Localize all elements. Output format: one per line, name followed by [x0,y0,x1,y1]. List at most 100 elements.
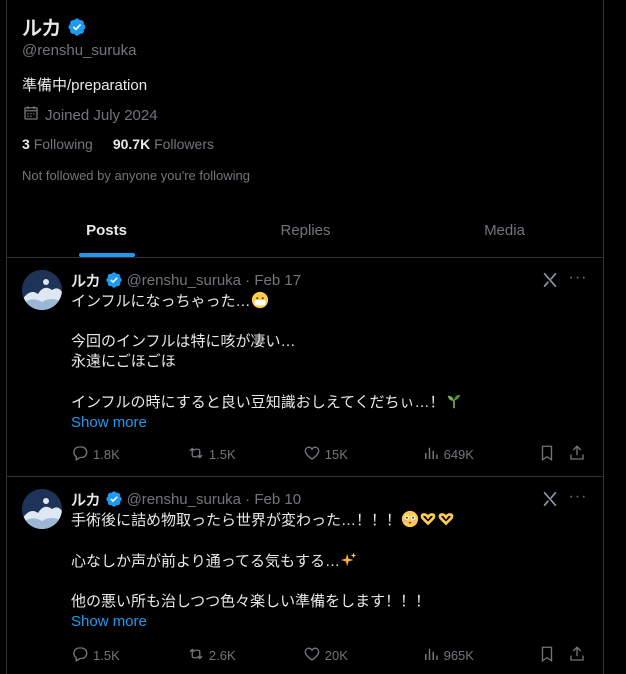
following-link[interactable]: 3 Following [22,136,93,152]
seedling-emoji-icon [445,392,463,410]
post-line [71,531,581,551]
post-author-name[interactable]: ルカ [71,489,101,510]
bookmark-icon [538,444,556,465]
tab-media-label: Media [484,222,525,239]
views-button[interactable]: 965K [422,645,539,666]
post-line: 永遠にごほごほ [71,353,176,370]
verified-badge-icon [105,271,123,290]
tab-replies-label: Replies [280,222,331,239]
share-button[interactable] [568,444,588,465]
sparkles-emoji-icon [340,551,358,569]
profile-column: ルカ @renshu_suruka 準備中/preparation Joined… [6,0,604,674]
like-count: 15K [324,447,348,462]
heart-icon [303,645,321,666]
profile-bio: 準備中/preparation [22,77,148,94]
post-line-text: 心なしか声が前より通ってる気もする… [71,553,340,570]
post-line [71,372,581,392]
grok-icon[interactable] [540,489,560,509]
reply-count: 1.5K [93,648,120,663]
post-line: 心なしか声が前より通ってる気もする… [71,551,581,572]
repost-icon [187,645,205,666]
repost-icon [187,444,205,465]
avatar[interactable] [22,270,62,310]
post-header: ルカ @renshu_suruka · Feb 10 [71,489,301,510]
followers-count: 90.7K [112,136,151,152]
reply-icon [71,645,89,666]
post-text: インフルになっちゃった… 今回のインフルは特に咳が凄い… 永遠にごほごほ インフ… [71,291,581,433]
post[interactable]: ルカ @renshu_suruka · Feb 10 ··· 手術後に詰め物取っ… [7,477,604,674]
post-line-text: インフルの時にすると良い豆知識おしえてくだちぃ…！ [71,394,445,411]
bookmark-icon [538,645,556,666]
repost-button[interactable]: 1.5K [187,444,303,465]
repost-count: 2.6K [208,648,236,663]
view-count: 965K [443,648,474,663]
post[interactable]: ルカ @renshu_suruka · Feb 17 ··· インフルになっちゃ… [7,258,604,477]
followers-link[interactable]: 90.7K Followers [113,136,214,152]
post-handle-date[interactable]: @renshu_suruka · Feb 10 [127,491,302,508]
joined-date: Joined July 2024 [22,104,158,126]
tab-media[interactable]: Media [405,204,604,257]
repost-button[interactable]: 2.6K [187,645,303,666]
post-line [71,312,581,332]
post-line: 今回のインフルは特に咳が凄い… [71,333,296,350]
show-more-link[interactable]: Show more [71,413,147,433]
post-line: 手術後に詰め物取ったら世界が変わった…！！！ [71,510,581,531]
share-icon [568,645,586,666]
post-header: ルカ @renshu_suruka · Feb 17 [71,270,301,291]
like-count: 20K [324,648,348,663]
post-line: インフルになっちゃった… [71,291,581,312]
name-row: ルカ [22,12,87,41]
more-options-icon[interactable]: ··· [568,268,588,288]
followers-label: Followers [154,136,214,152]
post-text: 手術後に詰め物取ったら世界が変わった…！！！ 心なしか声が前より通ってる気もする… [71,510,581,632]
post-line: 他の悪い所も治しつつ色々楽しい準備をします！！！ [71,593,431,610]
repost-count: 1.5K [208,447,236,462]
verified-badge-icon [67,17,87,37]
post-actions: 1.5K 2.6K 20K 965K [71,645,588,666]
mutual-followers-note: Not followed by anyone you're following [22,168,250,183]
reply-button[interactable]: 1.8K [71,444,187,465]
show-more-link[interactable]: Show more [71,612,147,632]
more-options-icon[interactable]: ··· [568,487,588,507]
post-line: インフルの時にすると良い豆知識おしえてくだちぃ…！ [71,392,581,413]
verified-badge-icon [105,490,123,509]
post-author-name[interactable]: ルカ [71,270,101,291]
tab-posts[interactable]: Posts [7,204,206,257]
following-count: 3 [22,136,30,152]
share-icon [568,444,586,465]
post-actions: 1.8K 1.5K 15K 649K [71,444,588,465]
post-line [71,572,581,592]
avatar[interactable] [22,489,62,529]
like-button[interactable]: 20K [303,645,422,666]
mask-face-emoji-icon [251,291,269,309]
view-count: 649K [443,447,474,462]
bookmark-button[interactable] [538,645,568,666]
bookmark-button[interactable] [538,444,568,465]
heart-hands-emoji-icon [419,510,437,528]
joined-text: Joined July 2024 [45,106,158,124]
following-label: Following [33,136,93,152]
tab-posts-label: Posts [86,222,127,239]
like-button[interactable]: 15K [303,444,422,465]
heart-hands-emoji-icon [437,510,455,528]
post-handle-date[interactable]: @renshu_suruka · Feb 17 [127,272,302,289]
active-tab-indicator [78,253,135,257]
views-icon [422,645,440,666]
post-line-text: インフルになっちゃった… [71,293,251,310]
profile-tabs: Posts Replies Media [7,204,604,258]
reply-count: 1.8K [93,447,120,462]
reply-button[interactable]: 1.5K [71,645,187,666]
reply-icon [71,444,89,465]
tab-replies[interactable]: Replies [206,204,405,257]
post-line-text: 手術後に詰め物取ったら世界が変わった…！！！ [71,512,402,529]
views-button[interactable]: 649K [422,444,539,465]
calendar-icon [22,104,40,126]
flushed-face-emoji-icon [401,510,419,528]
follow-stats: 3 Following 90.7K Followers [22,136,214,152]
profile-handle: @renshu_suruka [22,42,137,59]
profile-display-name: ルカ [22,18,62,40]
share-button[interactable] [568,645,588,666]
grok-icon[interactable] [540,270,560,290]
views-icon [422,444,440,465]
heart-icon [303,444,321,465]
